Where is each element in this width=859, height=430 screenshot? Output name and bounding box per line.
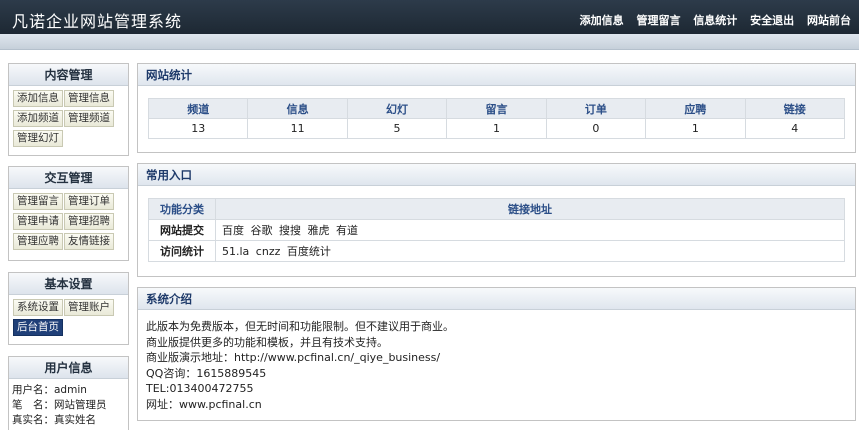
add-info-button[interactable]: 添加信息 — [13, 90, 63, 107]
table-row: 网站提交 百度 谷歌 搜搜 雅虎 有道 — [148, 219, 845, 241]
intro-line: TEL:013400472755 — [146, 382, 254, 395]
section-title: 网站统计 — [138, 64, 855, 86]
site-stats-section: 网站统计 频道 信息 幻灯 留言 订单 应聘 链接 13 11 5 1 0 1 … — [137, 63, 856, 153]
app-title: 凡诺企业网站管理系统 — [12, 12, 183, 31]
col-slides: 幻灯 — [346, 98, 448, 119]
entries-table: 功能分类 链接地址 网站提交 百度 谷歌 搜搜 雅虎 有道 访问统计 51.la… — [148, 198, 845, 262]
messages-count: 1 — [446, 118, 547, 139]
interaction-management-panel: 交互管理 管理留言 管理订单 管理申请 管理招聘 管理应聘 友情链接 — [8, 166, 129, 261]
col-link-address: 链接地址 — [215, 198, 845, 220]
system-intro-section: 系统介绍 此版本为免费版本，但无时间和功能限制。但不建议用于商业。 商业版提供更… — [137, 287, 856, 421]
manage-messages-button[interactable]: 管理留言 — [13, 193, 63, 210]
category-cell: 访问统计 — [148, 240, 216, 262]
link-cnzz[interactable]: cnzz — [256, 245, 281, 258]
manage-accounts-button[interactable]: 管理账户 — [64, 299, 114, 316]
col-channel: 频道 — [147, 98, 249, 119]
nav-logout[interactable]: 安全退出 — [750, 14, 794, 27]
panel-title: 用户信息 — [9, 357, 128, 379]
basic-settings-panel: 基本设置 系统设置 管理账户 后台首页 — [8, 272, 129, 345]
col-applicants: 应聘 — [645, 98, 746, 119]
link-baidu[interactable]: 百度 — [222, 224, 244, 237]
nav-add-info[interactable]: 添加信息 — [580, 14, 624, 27]
category-cell: 网站提交 — [148, 219, 216, 241]
intro-line: 此版本为免费版本，但无时间和功能限制。但不建议用于商业。 — [146, 320, 454, 333]
link-yahoo[interactable]: 雅虎 — [308, 224, 330, 237]
links-cell: 百度 谷歌 搜搜 雅虎 有道 — [215, 219, 845, 241]
intro-line[interactable]: 商业版演示地址：http://www.pcfinal.cn/_qiye_busi… — [146, 350, 454, 366]
slides-count: 5 — [346, 118, 448, 139]
link-51la[interactable]: 51.la — [222, 245, 249, 258]
manage-slides-button[interactable]: 管理幻灯 — [13, 130, 63, 147]
section-title: 常用入口 — [138, 164, 855, 186]
user-info-panel: 用户信息 用户名：admin 笔 名：网站管理员 真实名：真实姓名 — [8, 356, 129, 430]
realname-line: 真实名：真实姓名 — [12, 414, 96, 426]
col-info: 信息 — [247, 98, 348, 119]
friend-links-button[interactable]: 友情链接 — [64, 233, 114, 250]
table-row: 13 11 5 1 0 1 4 — [147, 118, 846, 139]
common-entries-section: 常用入口 功能分类 链接地址 网站提交 百度 谷歌 搜搜 雅虎 有道 访问统计 … — [137, 163, 856, 277]
nav-site-front[interactable]: 网站前台 — [807, 14, 851, 27]
nav-info-stats[interactable]: 信息统计 — [693, 14, 737, 27]
system-settings-button[interactable]: 系统设置 — [13, 299, 63, 316]
col-messages: 留言 — [446, 98, 547, 119]
link-youdao[interactable]: 有道 — [336, 224, 358, 237]
nav-manage-messages[interactable]: 管理留言 — [636, 14, 680, 27]
manage-applications-button[interactable]: 管理申请 — [13, 213, 63, 230]
panel-title: 内容管理 — [9, 64, 128, 86]
intro-line: 商业版提供更多的功能和模板，并且有技术支持。 — [146, 335, 388, 349]
orders-count: 0 — [545, 118, 647, 139]
manage-info-button[interactable]: 管理信息 — [64, 90, 114, 107]
link-baidu-stats[interactable]: 百度统计 — [287, 245, 331, 258]
applicants-count: 1 — [645, 118, 746, 139]
manage-applicants-button[interactable]: 管理应聘 — [13, 233, 63, 250]
links-cell: 51.la cnzz 百度统计 — [215, 240, 845, 262]
top-nav: 添加信息 管理留言 信息统计 安全退出 网站前台 — [571, 12, 851, 28]
sub-bar — [0, 34, 859, 50]
panel-title: 基本设置 — [9, 273, 128, 295]
penname-line: 笔 名：网站管理员 — [12, 399, 107, 411]
manage-recruitment-button[interactable]: 管理招聘 — [64, 213, 114, 230]
table-row: 访问统计 51.la cnzz 百度统计 — [148, 240, 845, 262]
channel-count: 13 — [147, 118, 249, 139]
section-title: 系统介绍 — [138, 288, 855, 310]
link-google[interactable]: 谷歌 — [251, 224, 273, 237]
content-management-panel: 内容管理 添加信息 管理信息 添加频道 管理频道 管理幻灯 — [8, 63, 129, 156]
manage-channel-button[interactable]: 管理频道 — [64, 110, 114, 127]
manage-orders-button[interactable]: 管理订单 — [64, 193, 114, 210]
intro-line: QQ咨询：1615889545 — [146, 366, 267, 380]
username-line: 用户名：admin — [12, 384, 87, 396]
intro-line[interactable]: 网址：www.pcfinal.cn — [146, 397, 454, 413]
info-count: 11 — [247, 118, 348, 139]
link-soso[interactable]: 搜搜 — [279, 224, 301, 237]
col-orders: 订单 — [545, 98, 647, 119]
admin-home-button[interactable]: 后台首页 — [13, 319, 63, 336]
col-category: 功能分类 — [148, 198, 216, 220]
add-channel-button[interactable]: 添加频道 — [13, 110, 63, 127]
col-links: 链接 — [744, 98, 846, 119]
table-header-row: 频道 信息 幻灯 留言 订单 应聘 链接 — [147, 98, 846, 119]
intro-text: 此版本为免费版本，但无时间和功能限制。但不建议用于商业。 商业版提供更多的功能和… — [146, 319, 454, 412]
table-header-row: 功能分类 链接地址 — [148, 198, 845, 220]
user-info: 用户名：admin 笔 名：网站管理员 真实名：真实姓名 — [9, 379, 128, 430]
panel-title: 交互管理 — [9, 167, 128, 189]
links-count: 4 — [744, 118, 846, 139]
top-bar: 凡诺企业网站管理系统 添加信息 管理留言 信息统计 安全退出 网站前台 — [0, 0, 859, 34]
stats-table: 频道 信息 幻灯 留言 订单 应聘 链接 13 11 5 1 0 1 4 — [147, 98, 846, 139]
